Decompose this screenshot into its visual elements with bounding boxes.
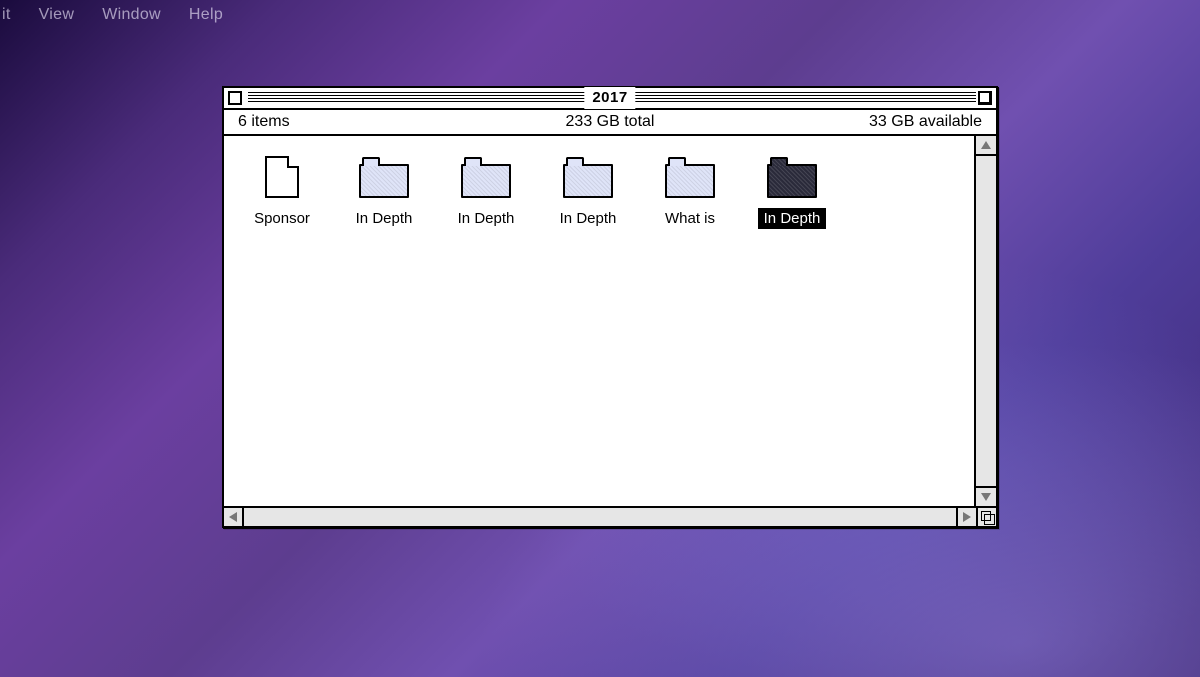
scroll-track[interactable]	[244, 508, 956, 526]
scroll-up-arrow-icon[interactable]	[976, 136, 996, 156]
close-box[interactable]	[228, 91, 242, 105]
vertical-scrollbar[interactable]	[976, 136, 996, 506]
zoom-box[interactable]	[978, 91, 992, 105]
scroll-left-arrow-icon[interactable]	[224, 508, 244, 526]
scroll-down-arrow-icon[interactable]	[976, 486, 996, 506]
menu-item-window[interactable]: Window	[102, 6, 161, 24]
folder-item[interactable]: In Depth	[546, 158, 630, 229]
item-label: What is	[659, 208, 721, 229]
status-available: 33 GB available	[869, 113, 982, 131]
folder-item-selected[interactable]: In Depth	[750, 158, 834, 229]
folder-icon	[563, 164, 613, 198]
item-label: In Depth	[452, 208, 521, 229]
window-title: 2017	[584, 87, 635, 109]
icon-grid: Sponsor In Depth In Depth In Depth What	[240, 158, 964, 229]
menubar: it View Window Help	[0, 0, 223, 30]
horizontal-scrollbar[interactable]	[224, 506, 996, 526]
file-item-sponsor[interactable]: Sponsor	[240, 158, 324, 229]
item-label: Sponsor	[248, 208, 316, 229]
menu-item-help[interactable]: Help	[189, 6, 223, 24]
resize-grow-box-icon[interactable]	[976, 508, 996, 526]
folder-item[interactable]: What is	[648, 158, 732, 229]
menu-item-view[interactable]: View	[39, 6, 75, 24]
titlebar[interactable]: 2017	[224, 88, 996, 110]
scroll-right-arrow-icon[interactable]	[956, 508, 976, 526]
folder-item[interactable]: In Depth	[342, 158, 426, 229]
folder-icon	[665, 164, 715, 198]
item-label: In Depth	[350, 208, 419, 229]
folder-item[interactable]: In Depth	[444, 158, 528, 229]
finder-window: 2017 6 items 233 GB total 33 GB availabl…	[222, 86, 998, 528]
content-area[interactable]: Sponsor In Depth In Depth In Depth What	[224, 136, 976, 506]
folder-icon	[461, 164, 511, 198]
status-item-count: 6 items	[238, 113, 290, 131]
item-label: In Depth	[758, 208, 827, 229]
scroll-track[interactable]	[976, 156, 996, 486]
folder-icon	[767, 164, 817, 198]
item-label: In Depth	[554, 208, 623, 229]
status-total: 233 GB total	[566, 113, 655, 131]
status-bar: 6 items 233 GB total 33 GB available	[224, 110, 996, 136]
document-icon	[265, 156, 299, 198]
folder-icon	[359, 164, 409, 198]
menu-item-edit[interactable]: it	[2, 6, 11, 24]
